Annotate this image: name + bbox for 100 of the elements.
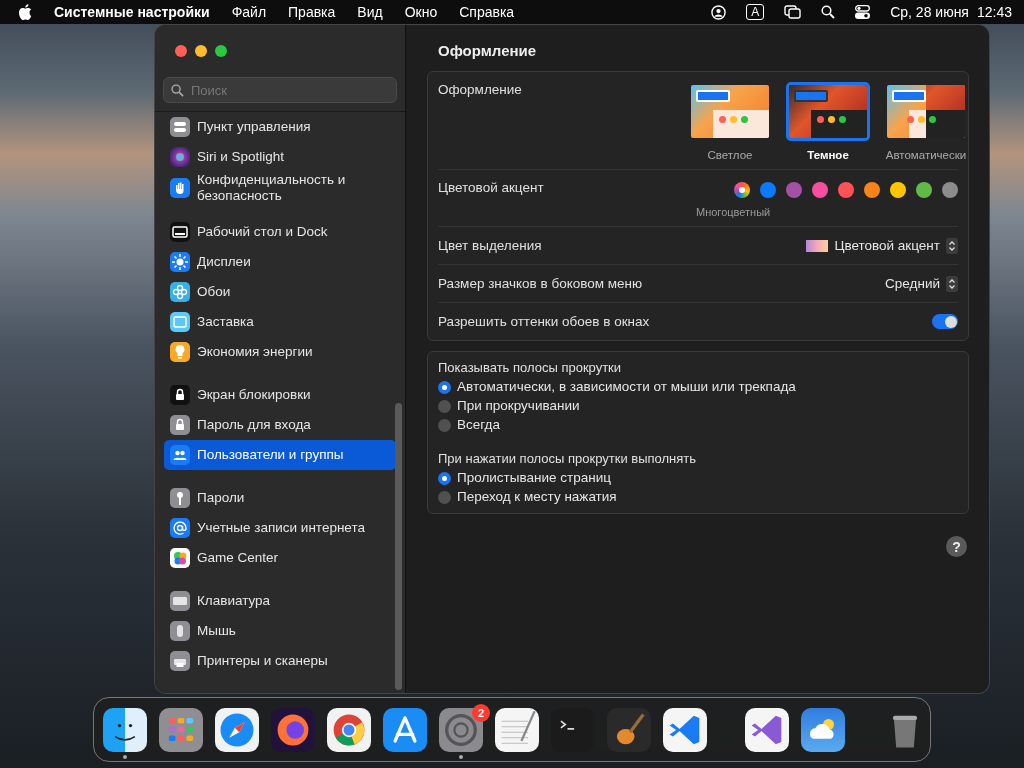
- face-icon[interactable]: [103, 707, 147, 752]
- accent-color-swatch[interactable]: [786, 182, 802, 198]
- close-button[interactable]: [175, 45, 187, 57]
- sidebar-item[interactable]: Siri и Spotlight: [164, 142, 396, 172]
- toggle-switch[interactable]: [932, 314, 958, 329]
- search-icon: [171, 83, 184, 97]
- pane-title: Оформление: [438, 42, 538, 61]
- input-source-indicator[interactable]: A: [746, 4, 765, 20]
- mouse-icon: [170, 621, 190, 641]
- menu-item[interactable]: Окно: [404, 4, 438, 20]
- sun-icon: [170, 252, 190, 272]
- user-icon[interactable]: [711, 4, 727, 20]
- sidebar-item[interactable]: Дисплеи: [164, 247, 396, 277]
- sidebar-item[interactable]: Пункт управления: [164, 112, 396, 142]
- menu-item[interactable]: Файл: [231, 4, 267, 20]
- accent-color-swatch[interactable]: [864, 182, 880, 198]
- sidebar-item[interactable]: Мышь: [164, 616, 396, 646]
- compass-icon[interactable]: [215, 707, 259, 752]
- setting-label: Размер значков в боковом меню: [438, 276, 643, 291]
- notification-badge: 2: [472, 703, 490, 722]
- accent-color-swatch[interactable]: [942, 182, 958, 198]
- radio-option[interactable]: Всегда: [438, 417, 958, 433]
- scrollbar[interactable]: [395, 403, 402, 690]
- icon-size-popup[interactable]: Средний: [885, 276, 940, 291]
- search-icon[interactable]: [821, 5, 836, 19]
- menubar-date[interactable]: Ср, 28 июня: [890, 4, 969, 20]
- up-down-chevron-icon: [946, 275, 958, 292]
- dock-icon: [170, 222, 190, 242]
- accent-color-swatch[interactable]: [838, 182, 854, 198]
- windows-icon[interactable]: [784, 5, 802, 19]
- sidebar-item[interactable]: Пароли: [164, 483, 396, 513]
- fox-globe-icon[interactable]: [271, 707, 315, 752]
- sidebar-item[interactable]: Клавиатура: [164, 586, 396, 616]
- sidebar-item[interactable]: Рабочий стол и Dock: [164, 217, 396, 247]
- menu-item[interactable]: Вид: [357, 4, 383, 20]
- app-menu[interactable]: Системные настройки: [54, 4, 210, 20]
- radio-option[interactable]: Пролистывание страниц: [438, 470, 958, 486]
- screen-icon: [170, 312, 190, 332]
- sidebar-item[interactable]: Экономия энергии: [164, 337, 396, 367]
- sidebar-item[interactable]: Учетные записи интернета: [164, 513, 396, 543]
- keyboard-icon: [170, 591, 190, 611]
- theme-thumbnail[interactable]: [688, 82, 772, 141]
- gradient-swatch: [806, 239, 829, 252]
- radio-option[interactable]: Переход к месту нажатия: [438, 489, 958, 505]
- setting-label: Цвет выделения: [438, 238, 542, 253]
- section-title: Показывать полосы прокрутки: [438, 360, 623, 375]
- minimize-button[interactable]: [195, 45, 207, 57]
- bulb-icon: [170, 342, 190, 362]
- hand-icon: [170, 178, 190, 198]
- lock-icon: [170, 415, 190, 435]
- accent-color-swatch[interactable]: [890, 182, 906, 198]
- theme-caption: Автоматически: [885, 149, 967, 161]
- key-icon: [170, 488, 190, 508]
- setting-label: Оформление: [438, 82, 522, 97]
- printer-icon: [170, 651, 190, 671]
- toggle-icon: [170, 117, 190, 137]
- theme-thumbnail[interactable]: [884, 82, 968, 141]
- ribbon-icon[interactable]: [745, 707, 789, 752]
- sidebar-item[interactable]: Конфиденциальность и безопасность: [164, 172, 396, 204]
- accent-color-swatch[interactable]: [812, 182, 828, 198]
- zoom-button[interactable]: [215, 45, 227, 57]
- help-button[interactable]: ?: [946, 536, 967, 557]
- apple-logo-icon[interactable]: [18, 4, 32, 20]
- theme-thumbnail[interactable]: [786, 82, 870, 141]
- setting-label: Цветовой акцент: [438, 180, 544, 195]
- menubar-time[interactable]: 12:43: [976, 4, 1012, 20]
- orb-icon: [170, 147, 190, 167]
- control-center-icon[interactable]: [855, 5, 871, 19]
- theme-caption: Светлое: [707, 149, 753, 161]
- letter-a-icon[interactable]: [383, 707, 427, 752]
- flower-icon: [170, 282, 190, 302]
- sidebar-item[interactable]: Обои: [164, 277, 396, 307]
- accent-color-swatch[interactable]: [760, 182, 776, 198]
- notepad-icon[interactable]: [495, 707, 539, 752]
- search-field[interactable]: Поиск: [163, 77, 397, 103]
- lock-icon: [170, 385, 190, 405]
- sidebar-item[interactable]: Пароль для входа: [164, 410, 396, 440]
- sidebar-item[interactable]: Принтеры и сканеры: [164, 646, 396, 676]
- section-title: При нажатии полосы прокрутки выполнять: [438, 451, 698, 466]
- highlight-color-popup[interactable]: Цветовой акцент: [834, 238, 940, 253]
- sidebar-item[interactable]: Game Center: [164, 543, 396, 573]
- setting-label: Разрешить оттенки обоев в окнах: [438, 314, 650, 329]
- accent-color-swatch[interactable]: [916, 182, 932, 198]
- cloud-icon[interactable]: [801, 707, 845, 752]
- ring-icon[interactable]: [327, 707, 371, 752]
- theme-caption: Темное: [807, 149, 849, 161]
- sidebar-item[interactable]: Экран блокировки: [164, 380, 396, 410]
- menu-item[interactable]: Правка: [288, 4, 336, 20]
- radio-option[interactable]: Автоматически, в зависимости от мыши или трекпада: [438, 379, 958, 395]
- accent-caption: Многоцветный: [696, 206, 771, 218]
- sidebar-item[interactable]: Заставка: [164, 307, 396, 337]
- bubbles-icon: [170, 548, 190, 568]
- up-down-chevron-icon: [946, 237, 958, 254]
- radio-option[interactable]: При прокручивании: [438, 398, 958, 414]
- ribbon-icon[interactable]: [663, 707, 707, 752]
- at-sign-icon: [170, 518, 190, 538]
- accent-color-swatch[interactable]: [734, 182, 750, 198]
- grid-icon[interactable]: [159, 707, 203, 752]
- menu-item[interactable]: Справка: [459, 4, 515, 20]
- sidebar-item[interactable]: Пользователи и группы: [164, 440, 396, 470]
